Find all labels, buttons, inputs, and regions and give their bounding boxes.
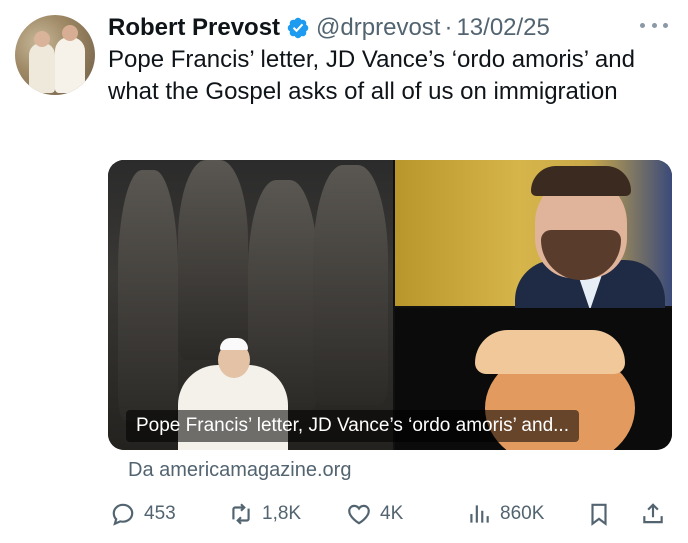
statue-figure <box>178 160 248 360</box>
more-dot <box>640 22 645 28</box>
views-count: 860K <box>500 503 545 524</box>
share-button[interactable] <box>640 498 666 530</box>
reply-count: 453 <box>144 503 176 524</box>
reply-icon <box>112 503 134 526</box>
link-card[interactable]: Pope Francis’ letter, JD Vance’s ‘ordo a… <box>108 160 672 450</box>
statue-figure <box>118 170 178 420</box>
card-image-pope <box>108 160 393 450</box>
more-dot <box>663 22 668 28</box>
like-button[interactable]: 4K <box>346 498 403 530</box>
author-avatar[interactable] <box>15 15 95 95</box>
action-bar: 453 1,8K 4K 860K <box>0 498 688 530</box>
tweet-header: Robert Prevost @drprevost · 13/02/25 <box>108 12 550 44</box>
avatar-figure-right <box>55 37 85 93</box>
avatar-figure-left <box>29 43 55 93</box>
avatar-head-left <box>34 31 50 47</box>
more-options-icon[interactable] <box>640 18 668 32</box>
author-name[interactable]: Robert Prevost <box>108 14 280 42</box>
tweet-date[interactable]: 13/02/25 <box>456 14 549 42</box>
bookmark-button[interactable] <box>586 498 612 530</box>
repost-button[interactable]: 1,8K <box>228 498 301 530</box>
repost-icon <box>232 503 250 525</box>
author-handle[interactable]: @drprevost <box>316 14 440 42</box>
views-button[interactable]: 860K <box>466 498 544 530</box>
more-dot <box>651 22 657 28</box>
tweet-text: Pope Francis’ letter, JD Vance’s ‘ordo a… <box>108 46 635 105</box>
views-icon <box>470 505 489 523</box>
bookmark-icon <box>591 503 607 526</box>
share-icon <box>643 503 663 524</box>
avatar-head-right <box>62 25 78 41</box>
vance-hair <box>531 166 631 196</box>
like-icon <box>348 504 370 525</box>
card-source[interactable]: Da americamagazine.org <box>128 456 351 484</box>
reply-button[interactable]: 453 <box>110 498 176 530</box>
card-image-vance <box>395 160 672 320</box>
header-separator: · <box>444 14 453 41</box>
pope-zucchetto <box>220 338 248 350</box>
verified-badge-icon <box>287 17 309 39</box>
statue-figure <box>313 165 388 405</box>
like-count: 4K <box>380 503 404 524</box>
trump-hair <box>475 330 625 374</box>
repost-count: 1,8K <box>262 503 302 524</box>
card-caption: Pope Francis’ letter, JD Vance’s ‘ordo a… <box>126 410 579 442</box>
